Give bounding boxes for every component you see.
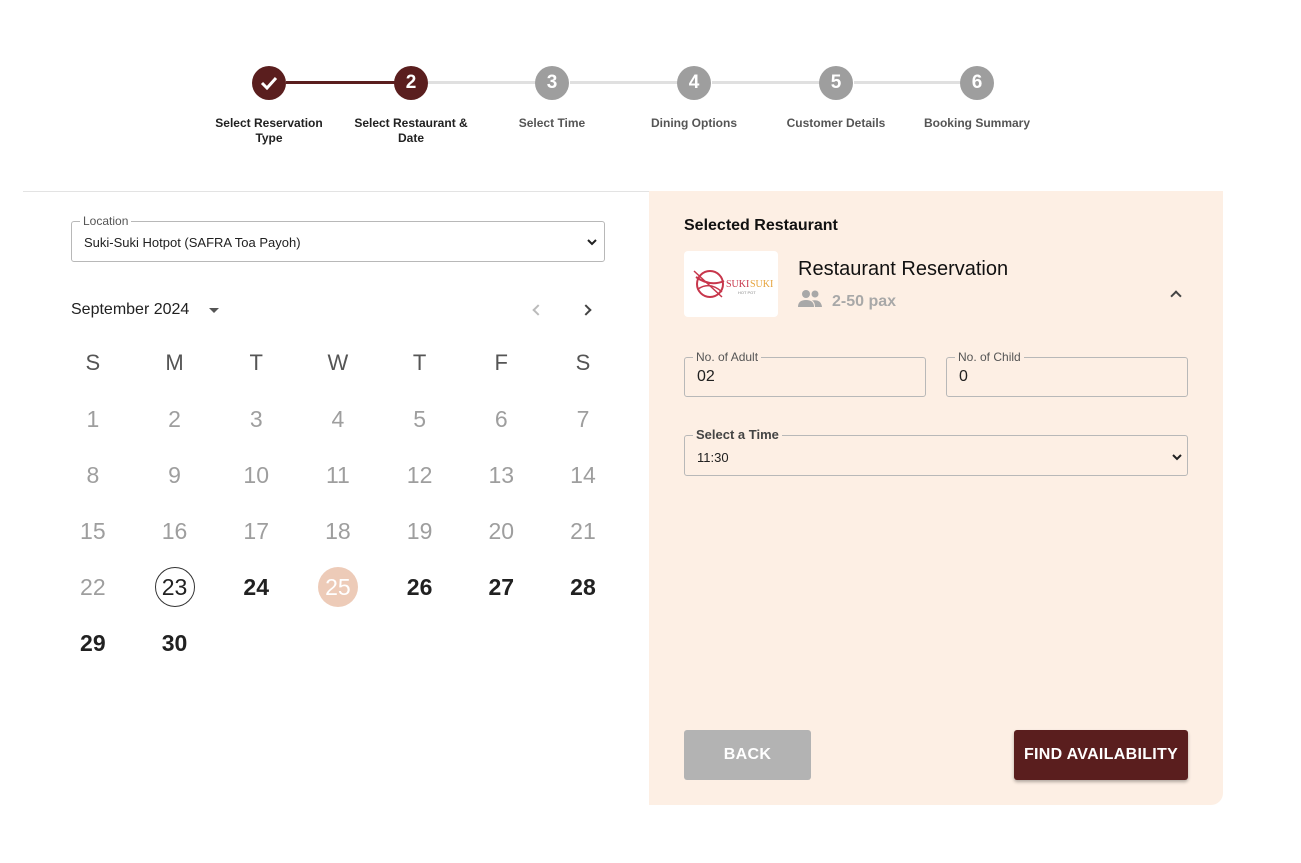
time-select[interactable]: 11:30 [693,444,1185,470]
selected-restaurant-panel: Selected Restaurant SUKI SUKI HOT POT Re… [649,191,1223,805]
weekday-label: S [575,350,591,375]
step-label: Select Time [518,116,586,130]
chevron-right-icon [580,304,592,316]
week-row: 1 2 3 4 5 6 7 [52,391,624,447]
month-dropdown-icon[interactable] [205,301,223,319]
adult-count-field: No. of Adult [684,350,926,397]
day-10: 10 [243,461,270,488]
day-30[interactable]: 30 [155,623,195,663]
week-row: 22 23 24 25 26 27 28 [52,559,624,615]
day-2: 2 [168,405,181,432]
day-7: 7 [576,405,590,432]
week-row: 8 9 10 11 12 13 14 [52,447,624,503]
day-17: 17 [243,517,270,544]
adult-legend: No. of Adult [693,350,762,364]
step-label: Select Restaurant & Date [354,116,468,145]
time-field: Select a Time 11:30 [684,428,1188,476]
week-row: 15 16 17 18 19 20 21 [52,503,624,559]
weekday-label: F [494,350,508,375]
step-number: 6 [960,66,994,100]
selected-restaurant-heading: Selected Restaurant [684,217,838,234]
location-select[interactable]: Suki-Suki Hotpot (SAFRA Toa Payoh) [80,228,600,256]
progress-stepper: Select Reservation Type 2 Select Restaur… [198,66,1048,156]
weekday-label: W [327,350,349,375]
step-customer-details: 5 Customer Details [765,66,907,131]
check-icon [252,66,286,100]
step-number: 2 [394,66,428,100]
step-number: 4 [677,66,711,100]
day-9: 9 [168,461,181,488]
collapse-button[interactable] [1167,285,1185,303]
next-month-button[interactable] [576,298,600,322]
weekday-label: S [85,350,101,375]
step-select-time: 3 Select Time [481,66,623,131]
day-3: 3 [249,405,263,432]
people-icon [798,289,822,314]
step-select-reservation-type[interactable]: Select Reservation Type [198,66,340,146]
calendar-header: September 2024 [71,298,605,322]
svg-text:HOT POT: HOT POT [738,290,756,295]
time-legend: Select a Time [693,428,782,442]
back-button[interactable]: BACK [684,730,811,780]
day-11: 11 [325,461,350,488]
day-27[interactable]: 27 [481,567,521,607]
pax-text: 2-50 pax [832,292,897,310]
day-21: 21 [570,517,596,544]
day-5: 5 [413,405,426,432]
day-20: 20 [488,517,515,544]
child-count-input[interactable] [959,368,1169,386]
day-22: 22 [80,573,106,600]
day-8: 8 [86,461,100,488]
step-booking-summary: 6 Booking Summary [906,66,1048,131]
child-legend: No. of Child [955,350,1024,364]
location-field: Location Suki-Suki Hotpot (SAFRA Toa Pay… [71,214,605,262]
step-label: Customer Details [786,116,886,130]
day-18: 18 [325,517,351,544]
step-select-restaurant-date[interactable]: 2 Select Restaurant & Date [340,66,482,146]
day-29[interactable]: 29 [73,623,113,663]
day-19: 19 [406,517,433,544]
day-26[interactable]: 26 [400,567,440,607]
step-number: 5 [819,66,853,100]
weekday-label: T [249,350,263,375]
day-23[interactable]: 23 [154,567,195,607]
month-label: September 2024 [71,301,190,318]
chevron-up-icon [1170,290,1182,302]
day-16: 16 [161,517,188,544]
day-12: 12 [406,461,433,488]
restaurant-title: Restaurant Reservation [798,258,1009,280]
day-6: 6 [494,405,508,432]
weekday-row: S M T W T F S [52,335,624,391]
day-15: 15 [80,517,106,544]
step-label: Booking Summary [923,116,1031,130]
day-24[interactable]: 24 [236,567,276,607]
step-number: 3 [535,66,569,100]
week-row: 29 30 [52,615,624,671]
day-13: 13 [488,461,515,488]
day-28[interactable]: 28 [563,567,603,607]
section-divider [23,191,649,192]
step-label: Select Reservation Type [215,116,323,145]
step-dining-options: 4 Dining Options [623,66,765,131]
day-1: 1 [86,405,100,432]
prev-month-button[interactable] [524,298,548,322]
step-label: Dining Options [651,116,737,130]
svg-text:SUKI: SUKI [750,279,773,290]
weekday-label: M [165,350,184,375]
calendar-grid: S M T W T F S 1 2 3 4 5 6 7 8 9 10 11 12 13 14 15 16 17 1… [52,335,624,671]
chevron-left-icon [532,304,544,316]
restaurant-logo: SUKI SUKI HOT POT [684,251,778,317]
child-count-field: No. of Child [946,350,1188,397]
svg-text:SUKI: SUKI [726,279,749,290]
day-25[interactable]: 25 [317,567,358,607]
adult-count-input[interactable] [697,368,907,386]
day-14: 14 [570,461,596,488]
pax-info: 2-50 pax [798,289,896,314]
weekday-label: T [412,350,427,375]
location-legend: Location [80,214,132,228]
day-4: 4 [331,405,345,432]
find-availability-button[interactable]: FIND AVAILABILITY [1014,730,1188,780]
